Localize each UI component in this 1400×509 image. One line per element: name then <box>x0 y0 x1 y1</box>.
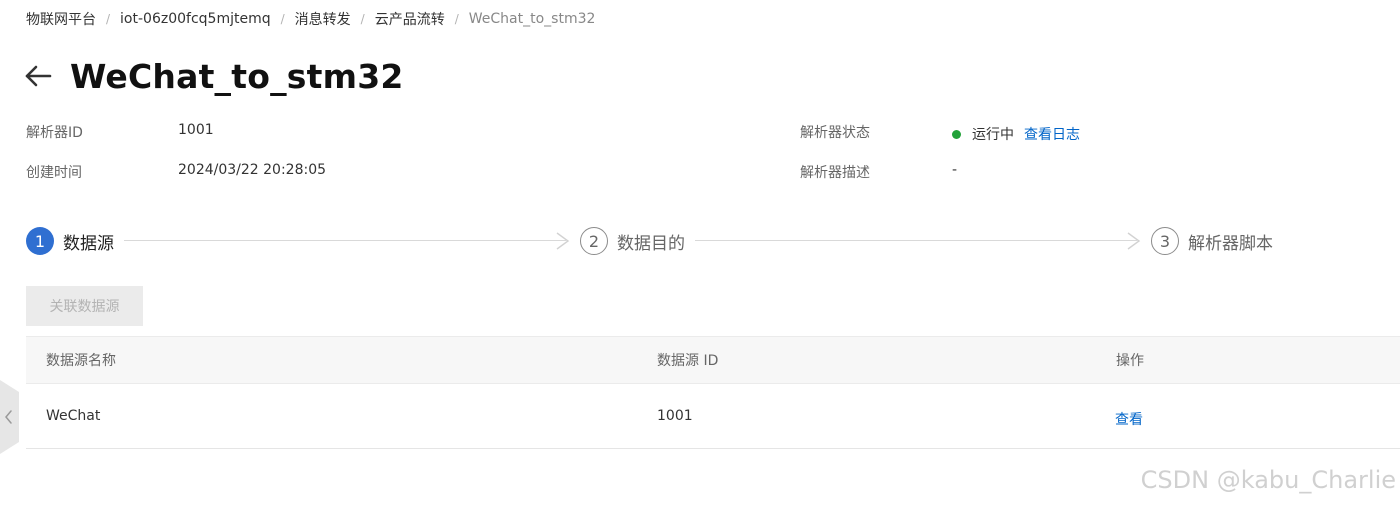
column-header-id: 数据源 ID <box>657 353 719 369</box>
data-source-table: 数据源名称 数据源 ID 操作 WeChat 1001 查看 <box>26 336 1400 449</box>
step-connector <box>124 240 566 241</box>
chevron-right-icon <box>556 232 570 250</box>
breadcrumb-separator: / <box>360 12 365 26</box>
associate-data-source-button[interactable]: 关联数据源 <box>26 286 143 326</box>
title-row: WeChat_to_stm32 <box>24 54 404 98</box>
breadcrumb-current: WeChat_to_stm32 <box>468 11 596 27</box>
view-log-link[interactable]: 查看日志 <box>1024 124 1080 144</box>
step-label: 数据目的 <box>617 233 685 254</box>
breadcrumb-cloud-product-flow[interactable]: 云产品流转 <box>375 9 445 29</box>
step-number: 2 <box>580 227 608 255</box>
breadcrumb-separator: / <box>106 12 111 26</box>
arrow-left-icon[interactable] <box>24 62 52 90</box>
step-label: 解析器脚本 <box>1188 233 1273 254</box>
table-row: WeChat 1001 查看 <box>26 384 1400 449</box>
step-parser-script[interactable]: 3 解析器脚本 <box>1151 226 1273 256</box>
chevron-right-icon <box>1127 232 1141 250</box>
step-connector <box>695 240 1137 241</box>
step-data-destination[interactable]: 2 数据目的 <box>580 226 685 256</box>
created-time-label: 创建时间 <box>26 165 82 181</box>
parser-status-label: 解析器状态 <box>800 125 870 141</box>
parser-status: 运行中 查看日志 <box>952 124 1080 144</box>
parser-description-value: - <box>952 162 958 178</box>
breadcrumb-separator: / <box>280 12 285 26</box>
csdn-watermark: CSDN @kabu_Charlie <box>1140 466 1396 494</box>
column-header-action: 操作 <box>1116 353 1144 369</box>
breadcrumb: 物联网平台 / iot-06z00fcq5mjtemq / 消息转发 / 云产品… <box>26 10 595 28</box>
column-header-name: 数据源名称 <box>46 353 116 369</box>
parser-id-label: 解析器ID <box>26 125 83 141</box>
parser-description-label: 解析器描述 <box>800 165 870 181</box>
breadcrumb-separator: / <box>454 12 459 26</box>
breadcrumb-iot-platform[interactable]: 物联网平台 <box>26 9 96 29</box>
created-time-value: 2024/03/22 20:28:05 <box>178 162 327 178</box>
status-value: 运行中 <box>972 127 1014 143</box>
step-label: 数据源 <box>63 233 114 254</box>
parser-detail-page: 物联网平台 / iot-06z00fcq5mjtemq / 消息转发 / 云产品… <box>0 0 1400 509</box>
step-number: 3 <box>1151 227 1179 255</box>
step-number: 1 <box>26 227 54 255</box>
cell-source-name: WeChat <box>46 408 101 424</box>
breadcrumb-instance[interactable]: iot-06z00fcq5mjtemq <box>120 11 271 27</box>
chevron-left-icon[interactable] <box>0 380 19 454</box>
cell-source-id: 1001 <box>657 408 693 424</box>
breadcrumb-message-forwarding[interactable]: 消息转发 <box>295 9 351 29</box>
parser-id-value: 1001 <box>178 122 214 138</box>
table-header: 数据源名称 数据源 ID 操作 <box>26 336 1400 384</box>
page-title: WeChat_to_stm32 <box>70 56 404 96</box>
status-dot-icon <box>952 129 961 139</box>
view-source-link[interactable]: 查看 <box>1115 387 1143 451</box>
step-data-source[interactable]: 1 数据源 <box>26 226 114 256</box>
